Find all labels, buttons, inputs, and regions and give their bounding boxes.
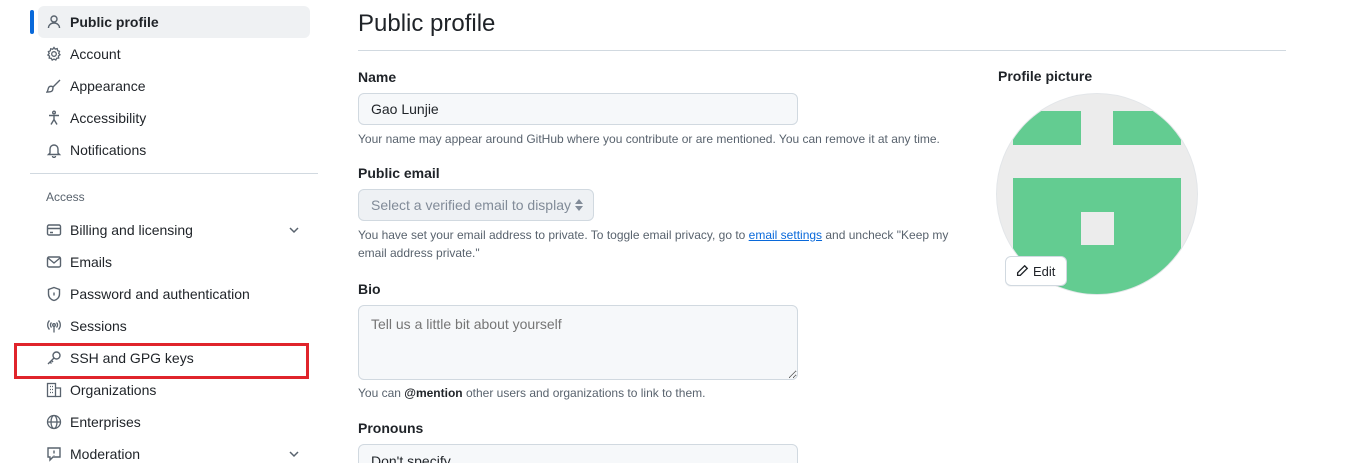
- shield-lock-icon: [46, 286, 62, 302]
- pronouns-label: Pronouns: [358, 420, 424, 436]
- page-title: Public profile: [358, 10, 496, 37]
- mention-text: @mention: [404, 386, 463, 400]
- sidebar-divider: [30, 173, 318, 174]
- edit-label: Edit: [1033, 263, 1056, 279]
- bio-note: You can @mention other users and organiz…: [358, 384, 705, 402]
- identicon-cutout: [1081, 212, 1114, 245]
- sidebar-item-enterprises[interactable]: Enterprises: [38, 406, 310, 438]
- settings-sidebar: Public profile Account Appearance Access…: [0, 0, 330, 463]
- bio-textarea[interactable]: [358, 305, 798, 380]
- title-divider: [358, 50, 1286, 51]
- email-settings-link[interactable]: email settings: [749, 228, 822, 242]
- globe-icon: [46, 414, 62, 430]
- organization-icon: [46, 382, 62, 398]
- pencil-icon: [1016, 264, 1029, 277]
- sidebar-item-label: Enterprises: [70, 414, 141, 430]
- report-icon: [46, 446, 62, 462]
- edit-avatar-button[interactable]: Edit: [1005, 256, 1067, 286]
- sidebar-item-label: Accessibility: [70, 110, 147, 126]
- bio-note-text: You can: [358, 386, 405, 400]
- sidebar-item-notifications[interactable]: Notifications: [38, 134, 310, 166]
- sidebar-item-accessibility[interactable]: Accessibility: [38, 102, 310, 134]
- sidebar-item-label: Moderation: [70, 446, 141, 462]
- person-icon: [46, 14, 62, 30]
- highlight-box: [14, 343, 309, 379]
- chevron-down-icon[interactable]: [286, 446, 302, 462]
- sidebar-item-label: Account: [70, 46, 121, 62]
- name-input[interactable]: [358, 93, 798, 125]
- select-arrows-icon: [575, 199, 583, 211]
- profile-picture-label: Profile picture: [998, 68, 1093, 84]
- bell-icon: [46, 142, 62, 158]
- bio-note-text: other users and organizations to link to…: [462, 386, 706, 400]
- name-note: Your name may appear around GitHub where…: [358, 132, 940, 146]
- credit-card-icon: [46, 222, 62, 238]
- sidebar-item-password[interactable]: Password and authentication: [38, 278, 310, 310]
- pronouns-select[interactable]: Don't specify: [358, 444, 798, 463]
- mail-icon: [46, 254, 62, 270]
- identicon-block: [1113, 111, 1181, 145]
- pronouns-select-value: Don't specify: [371, 453, 451, 463]
- gear-icon: [46, 46, 62, 62]
- access-heading: Access: [46, 190, 85, 204]
- sidebar-item-label: Password and authentication: [70, 286, 250, 302]
- sidebar-item-sessions[interactable]: Sessions: [38, 310, 310, 342]
- sidebar-item-account[interactable]: Account: [38, 38, 310, 70]
- sidebar-item-label: Billing and licensing: [70, 222, 193, 238]
- sidebar-item-label: Notifications: [70, 142, 147, 158]
- email-note-text: You have set your email address to priva…: [358, 228, 749, 242]
- sidebar-item-label: Appearance: [70, 78, 146, 94]
- public-email-select[interactable]: Select a verified email to display: [358, 189, 594, 221]
- sidebar-item-appearance[interactable]: Appearance: [38, 70, 310, 102]
- sidebar-item-label: Sessions: [70, 318, 127, 334]
- name-label: Name: [358, 69, 397, 85]
- identicon-block: [1013, 111, 1081, 145]
- sidebar-item-moderation[interactable]: Moderation: [38, 438, 310, 463]
- bio-label: Bio: [358, 281, 381, 297]
- sidebar-item-billing[interactable]: Billing and licensing: [38, 214, 310, 246]
- sidebar-item-public-profile[interactable]: Public profile: [38, 6, 310, 38]
- public-email-label: Public email: [358, 165, 440, 181]
- public-email-note: You have set your email address to priva…: [358, 226, 958, 262]
- chevron-down-icon[interactable]: [286, 222, 302, 238]
- broadcast-icon: [46, 318, 62, 334]
- active-indicator: [30, 10, 34, 34]
- paintbrush-icon: [46, 78, 62, 94]
- sidebar-item-label: Public profile: [70, 14, 159, 30]
- sidebar-item-label: Organizations: [70, 382, 157, 398]
- sidebar-item-label: Emails: [70, 254, 113, 270]
- sidebar-item-emails[interactable]: Emails: [38, 246, 310, 278]
- public-email-select-value: Select a verified email to display: [371, 197, 571, 213]
- accessibility-icon: [46, 110, 62, 126]
